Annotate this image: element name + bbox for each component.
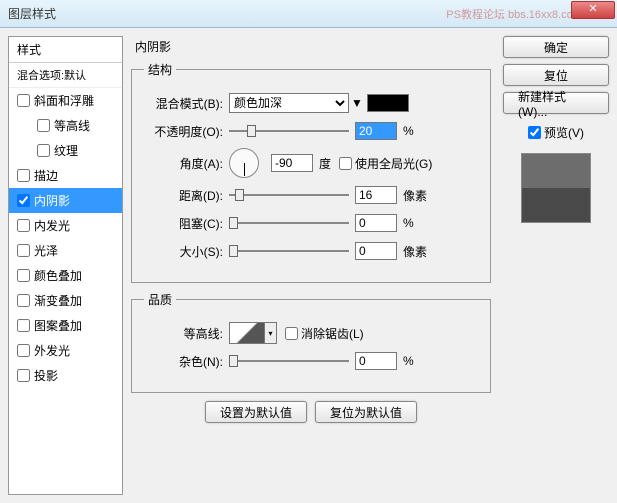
sidebar-label-7: 颜色叠加 (34, 267, 82, 284)
sidebar-check-3[interactable] (17, 169, 30, 182)
contour-label: 等高线: (144, 325, 229, 342)
sidebar-header[interactable]: 样式 (9, 37, 122, 63)
sidebar-item-9[interactable]: 图案叠加 (9, 313, 122, 338)
sidebar-item-2[interactable]: 纹理 (9, 138, 122, 163)
opacity-input[interactable] (355, 122, 397, 140)
antialias-check[interactable]: 消除锯齿(L) (285, 325, 364, 342)
size-label: 大小(S): (144, 243, 229, 260)
main-panel: 内阴影 结构 混合模式(B): 颜色加深 ▼ 不透明度(O): % 角度(A):… (123, 36, 499, 495)
sidebar-label-4: 内阴影 (34, 192, 70, 209)
sidebar-check-0[interactable] (17, 94, 30, 107)
set-default-button[interactable]: 设置为默认值 (205, 401, 307, 423)
quality-group: 品质 等高线: ▾ 消除锯齿(L) 杂色(N): % (131, 291, 491, 393)
sidebar-label-1: 等高线 (54, 117, 90, 134)
choke-input[interactable] (355, 214, 397, 232)
sidebar-label-5: 内发光 (34, 217, 70, 234)
sidebar-check-10[interactable] (17, 344, 30, 357)
preview-swatch (521, 153, 591, 223)
contour-dropdown[interactable]: ▾ (265, 322, 277, 344)
noise-slider[interactable] (229, 352, 349, 370)
choke-label: 阻塞(C): (144, 215, 229, 232)
ok-button[interactable]: 确定 (503, 36, 609, 58)
sidebar-item-6[interactable]: 光泽 (9, 238, 122, 263)
reset-default-button[interactable]: 复位为默认值 (315, 401, 417, 423)
sidebar-label-3: 描边 (34, 167, 58, 184)
distance-unit: 像素 (403, 187, 427, 204)
sidebar-check-9[interactable] (17, 319, 30, 332)
title-bar: 图层样式 PS教程论坛 bbs.16xx8.com ✕ (0, 0, 617, 28)
content: 样式 混合选项:默认 斜面和浮雕等高线纹理描边内阴影内发光光泽颜色叠加渐变叠加图… (0, 28, 617, 503)
blend-mode-label: 混合模式(B): (144, 95, 229, 112)
window-title: 图层样式 (8, 5, 56, 22)
color-swatch[interactable] (367, 94, 409, 112)
noise-input[interactable] (355, 352, 397, 370)
distance-input[interactable] (355, 186, 397, 204)
sidebar-item-1[interactable]: 等高线 (9, 113, 122, 138)
sidebar-check-8[interactable] (17, 294, 30, 307)
styles-sidebar: 样式 混合选项:默认 斜面和浮雕等高线纹理描边内阴影内发光光泽颜色叠加渐变叠加图… (8, 36, 123, 495)
sidebar-check-4[interactable] (17, 194, 30, 207)
sidebar-label-8: 渐变叠加 (34, 292, 82, 309)
sidebar-item-7[interactable]: 颜色叠加 (9, 263, 122, 288)
sidebar-item-11[interactable]: 投影 (9, 363, 122, 388)
sidebar-item-10[interactable]: 外发光 (9, 338, 122, 363)
watermark: PS教程论坛 bbs.16xx8.com (446, 6, 582, 22)
close-button[interactable]: ✕ (571, 1, 615, 19)
choke-unit: % (403, 216, 414, 230)
sidebar-check-7[interactable] (17, 269, 30, 282)
sidebar-label-9: 图案叠加 (34, 317, 82, 334)
choke-slider[interactable] (229, 214, 349, 232)
noise-unit: % (403, 354, 414, 368)
distance-slider[interactable] (229, 186, 349, 204)
sidebar-label-0: 斜面和浮雕 (34, 92, 94, 109)
structure-group: 结构 混合模式(B): 颜色加深 ▼ 不透明度(O): % 角度(A): 度 使… (131, 61, 491, 283)
sidebar-label-6: 光泽 (34, 242, 58, 259)
size-unit: 像素 (403, 243, 427, 260)
noise-label: 杂色(N): (144, 353, 229, 370)
preview-check[interactable]: 预览(V) (503, 124, 609, 141)
quality-legend: 品质 (144, 291, 176, 308)
sidebar-item-3[interactable]: 描边 (9, 163, 122, 188)
opacity-slider[interactable] (229, 122, 349, 140)
blend-mode-select[interactable]: 颜色加深 (229, 93, 349, 113)
sidebar-check-6[interactable] (17, 244, 30, 257)
global-light-check[interactable]: 使用全局光(G) (339, 155, 432, 172)
sidebar-check-2[interactable] (37, 144, 50, 157)
new-style-button[interactable]: 新建样式(W)... (503, 92, 609, 114)
contour-picker[interactable] (229, 322, 265, 344)
size-slider[interactable] (229, 242, 349, 260)
sidebar-check-11[interactable] (17, 369, 30, 382)
sidebar-item-0[interactable]: 斜面和浮雕 (9, 88, 122, 113)
distance-label: 距离(D): (144, 187, 229, 204)
sidebar-check-5[interactable] (17, 219, 30, 232)
sidebar-label-11: 投影 (34, 367, 58, 384)
panel-title: 内阴影 (131, 36, 491, 61)
angle-label: 角度(A): (144, 155, 229, 172)
cancel-button[interactable]: 复位 (503, 64, 609, 86)
sidebar-check-1[interactable] (37, 119, 50, 132)
sidebar-item-8[interactable]: 渐变叠加 (9, 288, 122, 313)
opacity-label: 不透明度(O): (144, 123, 229, 140)
right-column: 确定 复位 新建样式(W)... 预览(V) (499, 36, 609, 495)
angle-dial[interactable] (229, 148, 259, 178)
structure-legend: 结构 (144, 61, 176, 78)
sidebar-subheader[interactable]: 混合选项:默认 (9, 63, 122, 88)
angle-unit: 度 (319, 155, 331, 172)
sidebar-label-10: 外发光 (34, 342, 70, 359)
sidebar-label-2: 纹理 (54, 142, 78, 159)
angle-input[interactable] (271, 154, 313, 172)
size-input[interactable] (355, 242, 397, 260)
sidebar-item-5[interactable]: 内发光 (9, 213, 122, 238)
sidebar-item-4[interactable]: 内阴影 (9, 188, 122, 213)
opacity-unit: % (403, 124, 414, 138)
